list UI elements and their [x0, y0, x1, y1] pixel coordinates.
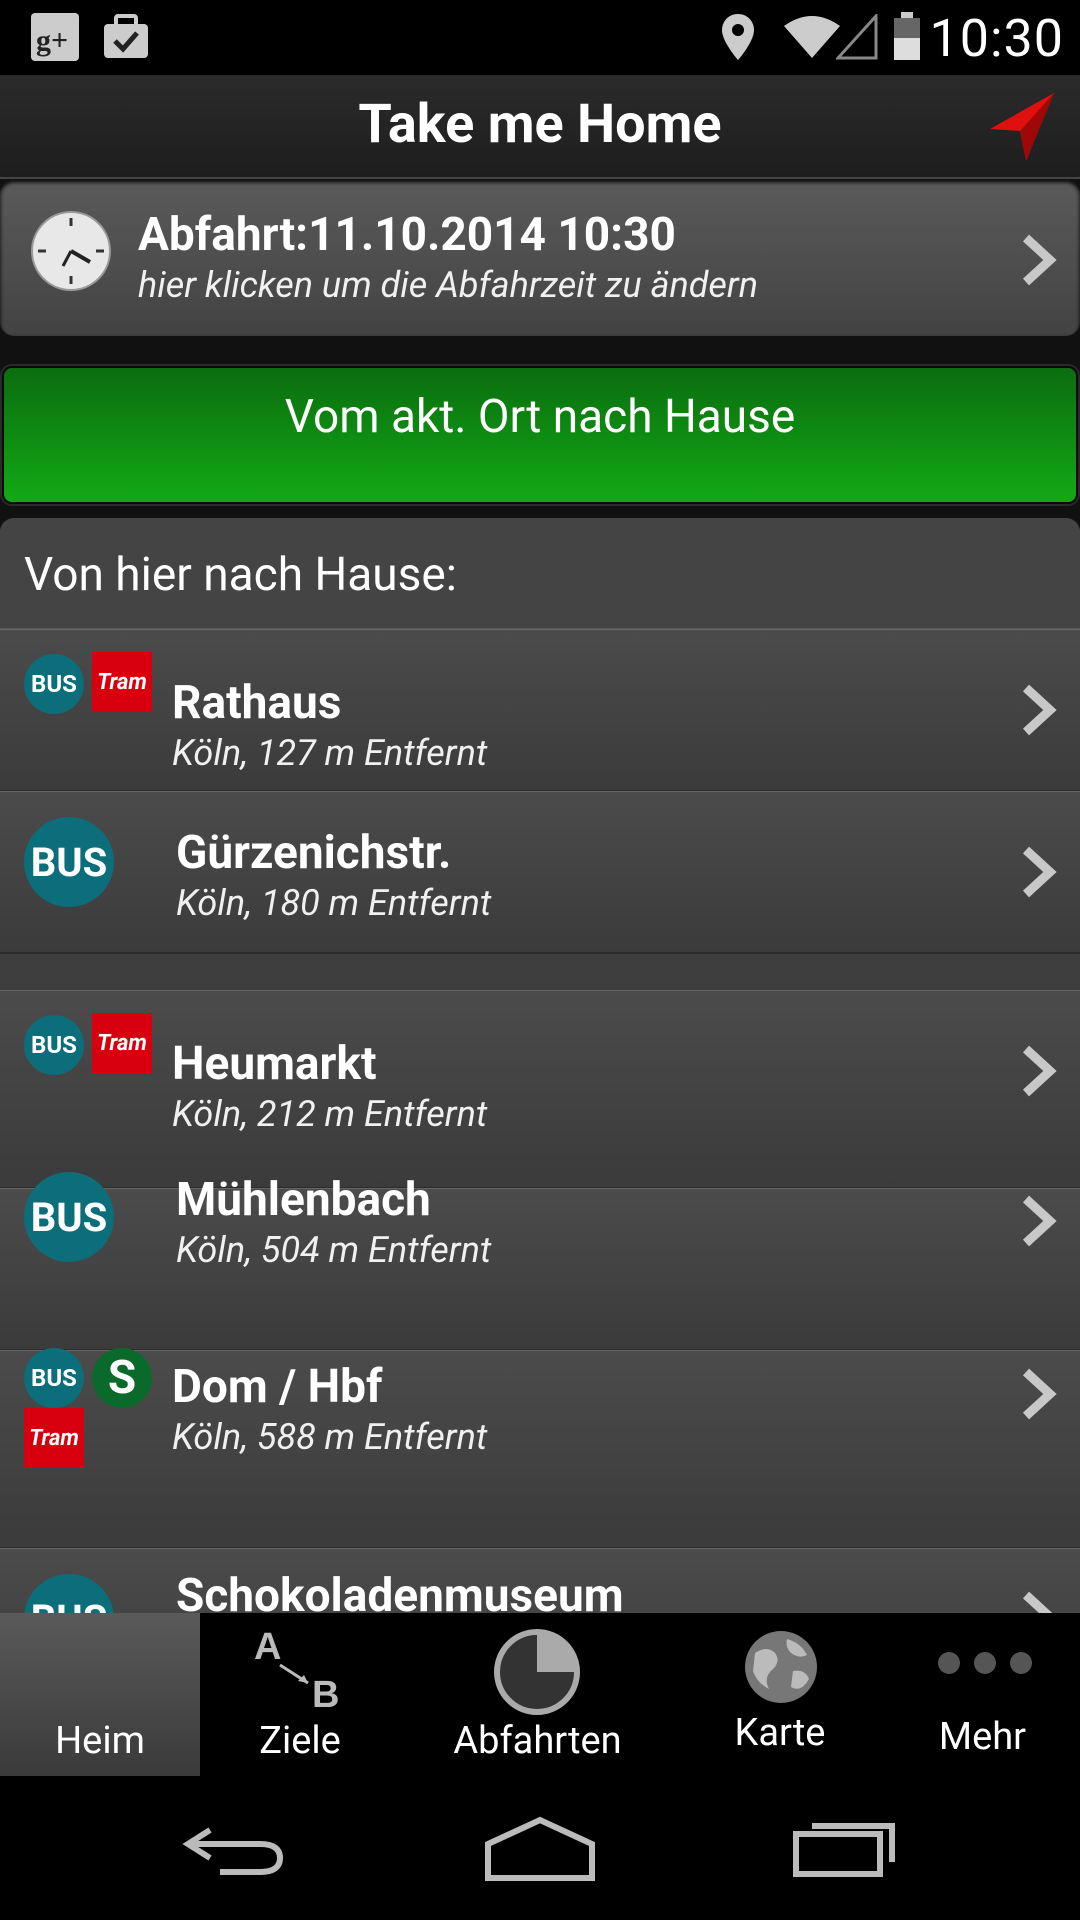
- stop-distance: Köln, 588 m Entfernt: [172, 1416, 488, 1458]
- wifi-icon: [782, 14, 842, 64]
- briefcase-check-icon: [100, 10, 152, 66]
- bus-badge-icon: BUS: [24, 654, 84, 714]
- app-bar: Take me Home: [0, 75, 1080, 179]
- departure-title: Abfahrt:11.10.2014 10:30: [138, 208, 676, 262]
- stop-name: Gürzenichstr.: [176, 826, 452, 880]
- sbahn-badge-icon: S: [92, 1348, 152, 1408]
- chevron-right-icon: [1018, 844, 1058, 904]
- tab-karte[interactable]: Karte: [675, 1613, 885, 1776]
- chevron-right-icon: [1018, 682, 1058, 742]
- tab-karte-label: Karte: [734, 1711, 826, 1755]
- status-bar: g+ 10:30: [0, 0, 1080, 75]
- recents-icon[interactable]: [790, 1810, 900, 1884]
- bus-badge-icon: BUS: [24, 1172, 114, 1262]
- svg-text:A: A: [254, 1626, 281, 1668]
- stop-row[interactable]: BUS S Tram Dom / Hbf Köln, 588 m Entfern…: [0, 1348, 1080, 1549]
- stop-name: Heumarkt: [172, 1037, 377, 1091]
- stop-row[interactable]: BUS Schokoladenmuseum: [0, 1548, 1080, 1613]
- stop-distance: Köln, 504 m Entfernt: [176, 1229, 492, 1271]
- tab-heim-label: Heim: [55, 1719, 145, 1763]
- stop-name: Schokoladenmuseum: [176, 1569, 624, 1613]
- location-pin-icon: [720, 12, 756, 66]
- stop-name: Rathaus: [172, 676, 342, 730]
- stop-row[interactable]: BUS Gürzenichstr. Köln, 180 m Entfernt: [0, 791, 1080, 954]
- stop-name: Dom / Hbf: [172, 1360, 383, 1414]
- clock-icon: [30, 210, 112, 296]
- tab-ziele[interactable]: A B Ziele: [200, 1613, 400, 1776]
- bus-badge-icon: BUS: [24, 817, 114, 907]
- tab-mehr[interactable]: Mehr: [885, 1613, 1080, 1776]
- google-plus-icon: g+: [30, 12, 80, 66]
- stop-row[interactable]: BUS Mühlenbach Köln, 504 m Entfernt: [0, 1172, 1080, 1351]
- tab-heim[interactable]: Heim: [0, 1613, 200, 1776]
- signal-icon: [834, 12, 878, 64]
- tab-ziele-label: Ziele: [259, 1719, 341, 1763]
- tab-abfahrten[interactable]: Abfahrten: [400, 1613, 675, 1776]
- go-home-button[interactable]: Vom akt. Ort nach Hause: [2, 366, 1078, 504]
- app-title: Take me Home: [358, 93, 722, 156]
- more-dots-icon: [935, 1649, 1035, 1683]
- status-time: 10:30: [929, 8, 1064, 69]
- stops-list[interactable]: Von hier nach Hause: BUS Tram Rathaus Kö…: [0, 518, 1080, 1613]
- bottom-tab-bar: Heim A B Ziele Abfahrten Karte Mehr: [0, 1613, 1080, 1776]
- back-icon[interactable]: [180, 1812, 290, 1886]
- home-icon[interactable]: [482, 1814, 598, 1888]
- stop-row[interactable]: BUS Tram Rathaus Köln, 127 m Entfernt: [0, 629, 1080, 792]
- tab-abfahrten-label: Abfahrten: [453, 1719, 622, 1763]
- svg-text:B: B: [312, 1674, 339, 1709]
- bus-badge-icon: BUS: [24, 1348, 84, 1408]
- stop-row[interactable]: BUS Tram Heumarkt Köln, 212 m Entfernt: [0, 990, 1080, 1189]
- clock-pie-icon: [492, 1627, 582, 1721]
- tram-badge-icon: Tram: [24, 1408, 84, 1468]
- battery-icon: [892, 10, 922, 66]
- stop-name: Mühlenbach: [176, 1173, 431, 1227]
- bus-badge-icon: BUS: [24, 1574, 114, 1613]
- stop-distance: Köln, 127 m Entfernt: [172, 732, 488, 774]
- list-header-label: Von hier nach Hause:: [24, 548, 457, 602]
- bus-badge-icon: BUS: [24, 1015, 84, 1075]
- navigation-arrow-icon[interactable]: [986, 89, 1056, 167]
- chevron-right-icon: [1018, 1589, 1058, 1613]
- tab-mehr-label: Mehr: [938, 1715, 1027, 1759]
- list-header: Von hier nach Hause:: [0, 518, 1080, 630]
- globe-icon: [741, 1627, 821, 1711]
- go-home-button-label: Vom akt. Ort nach Hause: [284, 390, 796, 444]
- departure-subtitle: hier klicken um die Abfahrzeit zu ändern: [138, 264, 759, 306]
- chevron-right-icon: [1018, 1043, 1058, 1103]
- chevron-right-icon: [1018, 232, 1058, 292]
- tram-badge-icon: Tram: [92, 1013, 152, 1073]
- tram-badge-icon: Tram: [92, 652, 152, 712]
- system-nav-bar: [0, 1776, 1080, 1920]
- svg-text:g+: g+: [36, 24, 68, 57]
- chevron-right-icon: [1018, 1193, 1058, 1253]
- stop-distance: Köln, 212 m Entfernt: [172, 1093, 488, 1135]
- stop-distance: Köln, 180 m Entfernt: [176, 882, 492, 924]
- chevron-right-icon: [1018, 1366, 1058, 1426]
- a-to-b-icon: A B: [250, 1619, 350, 1716]
- departure-time-card[interactable]: Abfahrt:11.10.2014 10:30 hier klicken um…: [0, 180, 1080, 336]
